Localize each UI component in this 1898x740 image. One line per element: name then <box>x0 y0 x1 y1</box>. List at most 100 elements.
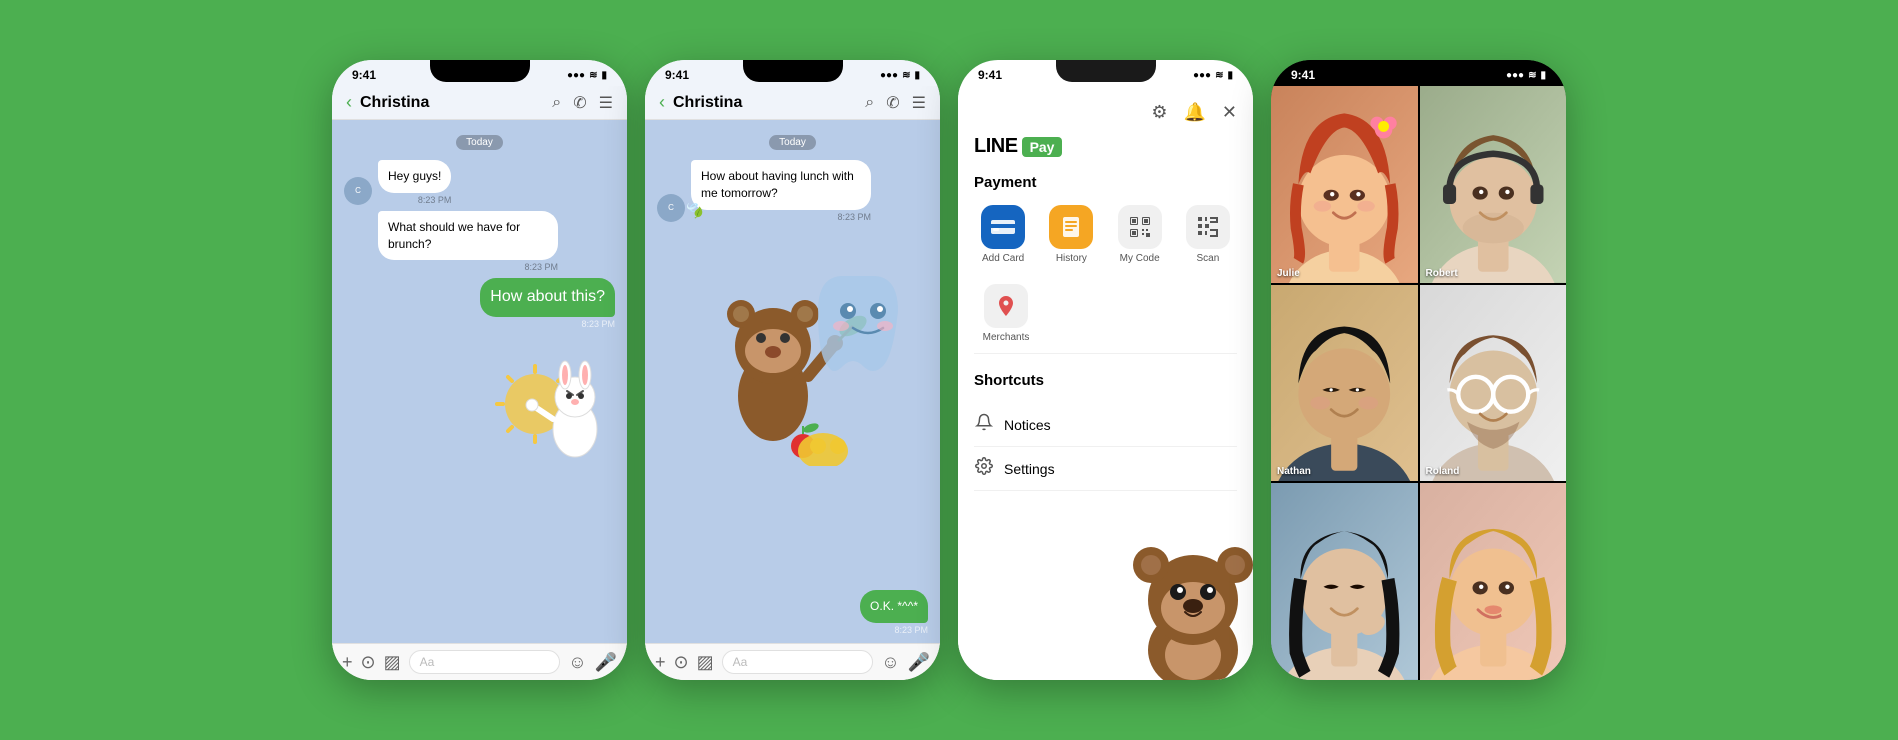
sticker-area-2 <box>657 236 928 605</box>
battery-icon-1: ▮ <box>601 70 607 81</box>
wifi-icon-4: ≋ <box>1528 70 1536 81</box>
video-cell-6 <box>1420 483 1567 680</box>
bubble-container-4: How about having lunch with me tomorrow?… <box>691 160 871 222</box>
merchants-item[interactable]: Merchants <box>974 284 1038 343</box>
settings-label: Settings <box>1004 461 1055 477</box>
nav-header-2: ‹ Christina ⌕ ✆ ☰ <box>645 86 940 120</box>
sticker-row-1 <box>344 339 615 469</box>
phone-3-wrapper: 9:41 ●●● ≋ ▮ ⚙ 🔔 ✕ LINE Pay <box>958 60 1253 680</box>
text-input-2[interactable]: Aa <box>722 650 874 674</box>
merchants-icon <box>984 284 1028 328</box>
video-grid: Julie <box>1271 86 1566 680</box>
shortcuts-section: Shortcuts Notices <box>974 372 1237 491</box>
bear-mascot <box>1123 530 1253 680</box>
history-item[interactable]: History <box>1042 205 1100 264</box>
my-code-item[interactable]: My Code <box>1111 205 1169 264</box>
phone-icon-1[interactable]: ✆ <box>573 93 586 113</box>
emoji-icon-1[interactable]: ☺ <box>568 652 586 673</box>
input-bar-1: + ⊙ ▨ Aa ☺ 🎤 <box>332 643 627 680</box>
robert-avatar <box>1420 86 1567 283</box>
phone-2-wrapper: 9:41 ●●● ≋ ▮ ‹ Christina ⌕ ✆ ☰ <box>645 60 940 680</box>
close-icon-3[interactable]: ✕ <box>1222 102 1237 123</box>
camera-icon-1[interactable]: ⊙ <box>361 652 376 673</box>
nathan-label: Nathan <box>1277 466 1311 477</box>
phone-2-screen: 9:41 ●●● ≋ ▮ ‹ Christina ⌕ ✆ ☰ <box>645 60 940 680</box>
bunny-sticker <box>495 339 615 469</box>
text-input-1[interactable]: Aa <box>409 650 561 674</box>
settings-item[interactable]: Settings <box>974 447 1237 491</box>
notch-1 <box>430 60 530 82</box>
emoji-icon-2[interactable]: ☺ <box>881 652 899 673</box>
pay-badge: Pay <box>1022 137 1063 157</box>
menu-icon-2[interactable]: ☰ <box>912 93 926 113</box>
mic-icon-1[interactable]: 🎤 <box>595 652 617 673</box>
bubble-5: O.K. *^^* <box>860 590 928 623</box>
message-row-1: C Hey guys! 8:23 PM <box>344 160 615 205</box>
chat-title-1: Christina <box>360 94 552 112</box>
line-pay-logo: LINE Pay <box>974 135 1237 158</box>
plus-icon-2[interactable]: + <box>655 652 666 673</box>
date-badge-text-2: Today <box>769 135 816 150</box>
wifi-icon-1: ≋ <box>589 70 597 81</box>
image-icon-2[interactable]: ▨ <box>697 652 714 673</box>
person5-avatar <box>1271 483 1418 680</box>
phone-icon-2[interactable]: ✆ <box>886 93 899 113</box>
date-badge-text-1: Today <box>456 135 503 150</box>
add-card-item[interactable]: Add Card <box>974 205 1032 264</box>
notch-4 <box>1369 60 1469 82</box>
search-icon-1[interactable]: ⌕ <box>552 94 561 112</box>
julie-avatar <box>1271 86 1418 283</box>
bubble-time-3: 8:23 PM <box>480 319 615 329</box>
camera-icon-2[interactable]: ⊙ <box>674 652 689 673</box>
bubble-1: Hey guys! <box>378 160 451 193</box>
status-time-2: 9:41 <box>665 68 689 82</box>
shortcuts-title: Shortcuts <box>974 372 1237 389</box>
battery-icon-3: ▮ <box>1227 70 1233 81</box>
image-icon-1[interactable]: ▨ <box>384 652 401 673</box>
bubble-container-5: O.K. *^^* 8:23 PM <box>860 590 928 635</box>
bubble-time-4: 8:23 PM <box>691 212 871 222</box>
notices-icon <box>974 413 994 436</box>
add-card-label: Add Card <box>982 253 1024 264</box>
chat-title-2: Christina <box>673 94 865 112</box>
notices-item[interactable]: Notices <box>974 403 1237 447</box>
input-placeholder-2: Aa <box>733 655 748 669</box>
battery-icon-2: ▮ <box>914 70 920 81</box>
bubble-2: What should we have for brunch? <box>378 211 558 261</box>
avatar-1: C <box>344 177 372 205</box>
bubble-container-1: Hey guys! 8:23 PM <box>378 160 451 205</box>
mic-icon-2[interactable]: 🎤 <box>908 652 930 673</box>
scan-label: Scan <box>1196 253 1219 264</box>
scan-icon <box>1186 205 1230 249</box>
phone-4: 9:41 ●●● ≋ ▮ <box>1271 60 1566 680</box>
scan-item[interactable]: Scan <box>1179 205 1237 264</box>
person6-avatar <box>1420 483 1567 680</box>
payment-icons-grid: Add Card <box>974 205 1237 264</box>
wifi-icon-2: ≋ <box>902 70 910 81</box>
robert-label: Robert <box>1426 268 1458 279</box>
phone-1: 9:41 ●●● ≋ ▮ ‹ Christina ⌕ ✆ ☰ <box>332 60 627 680</box>
bell-icon-3[interactable]: 🔔 <box>1183 102 1205 123</box>
notices-label: Notices <box>1004 417 1051 433</box>
back-button-1[interactable]: ‹ <box>346 92 352 113</box>
pay-header-icons: ⚙ 🔔 ✕ <box>974 102 1237 123</box>
search-icon-2[interactable]: ⌕ <box>865 94 874 112</box>
menu-icon-1[interactable]: ☰ <box>599 93 613 113</box>
video-cell-nathan: Nathan <box>1271 285 1418 482</box>
plus-icon-1[interactable]: + <box>342 652 353 673</box>
settings-icon-3[interactable]: ⚙ <box>1151 102 1167 123</box>
date-badge-2: Today <box>657 132 928 150</box>
back-button-2[interactable]: ‹ <box>659 92 665 113</box>
divider-pay <box>974 353 1237 354</box>
chat-area-2: Today C How about having lunch with me t… <box>645 120 940 643</box>
history-label: History <box>1056 253 1087 264</box>
signal-icon-2: ●●● <box>880 70 898 81</box>
date-badge-1: Today <box>344 132 615 150</box>
nathan-avatar <box>1271 285 1418 482</box>
video-cell-5 <box>1271 483 1418 680</box>
wifi-icon-3: ≋ <box>1215 70 1223 81</box>
bubble-time-2: 8:23 PM <box>378 262 558 272</box>
nav-icons-1: ⌕ ✆ ☰ <box>552 93 613 113</box>
phone-2: 9:41 ●●● ≋ ▮ ‹ Christina ⌕ ✆ ☰ <box>645 60 940 680</box>
signal-icon-4: ●●● <box>1506 70 1524 81</box>
